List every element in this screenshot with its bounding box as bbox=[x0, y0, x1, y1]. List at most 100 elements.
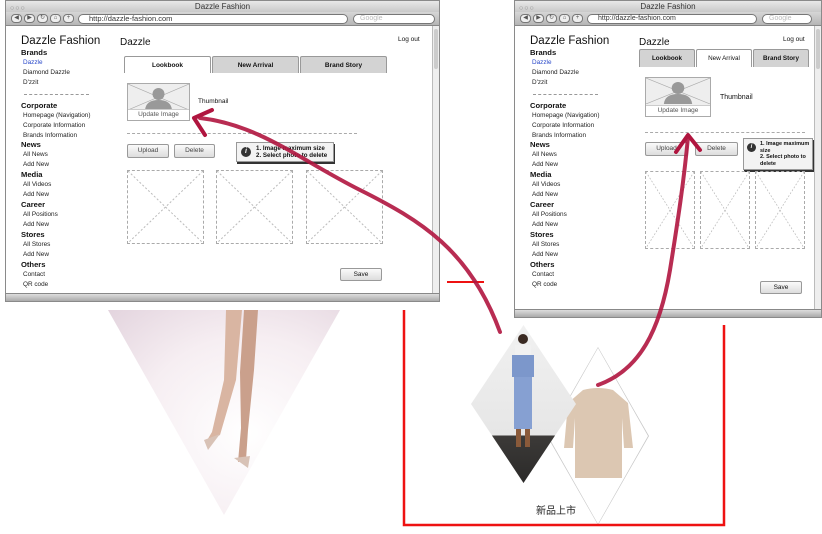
back-icon[interactable]: ◀ bbox=[520, 14, 531, 23]
add-bookmark-icon[interactable]: + bbox=[572, 14, 583, 23]
upload-button[interactable]: Upload bbox=[645, 142, 688, 156]
logout-link[interactable]: Log out bbox=[783, 36, 805, 43]
image-placeholder[interactable] bbox=[645, 171, 695, 249]
sidebar-item-contact[interactable]: Contact bbox=[530, 270, 625, 280]
sidebar-item-all-news[interactable]: All News bbox=[530, 150, 625, 160]
vertical-scrollbar[interactable] bbox=[814, 26, 821, 311]
logout-link[interactable]: Log out bbox=[398, 36, 420, 43]
sidebar-item-add-news[interactable]: Add New bbox=[21, 160, 116, 170]
sidebar-item-diamond-dazzle[interactable]: Diamond Dazzle bbox=[21, 68, 116, 78]
sidebar-item-all-positions[interactable]: All Positions bbox=[21, 210, 116, 220]
sidebar-heading-media: Media bbox=[530, 170, 552, 180]
window-title: Dazzle Fashion bbox=[640, 2, 696, 11]
browser-toolbar: ◀ ▶ ↻ ⌂ + http://dazzle-fashion.com Google bbox=[515, 12, 821, 26]
legs-illustration bbox=[204, 310, 258, 468]
home-icon[interactable]: ⌂ bbox=[50, 14, 61, 23]
person-placeholder-icon bbox=[128, 84, 189, 110]
forward-icon[interactable]: ▶ bbox=[24, 14, 35, 23]
wireframe-window-lookbook: ○○○ Dazzle Fashion ◀ ▶ ↻ ⌂ + http://dazzle-fa… bbox=[5, 0, 440, 302]
divider bbox=[24, 93, 89, 95]
sidebar-item-brands-info[interactable]: Brands Information bbox=[530, 131, 625, 141]
sidebar-item-brands-info[interactable]: Brands Information bbox=[21, 131, 116, 141]
title-bar: ○○○ Dazzle Fashion bbox=[515, 1, 821, 12]
sidebar-item-homepage[interactable]: Homepage (Navigation) bbox=[530, 111, 625, 121]
sidebar-heading-others: Others bbox=[21, 259, 46, 269]
reload-icon[interactable]: ↻ bbox=[546, 14, 557, 23]
home-icon[interactable]: ⌂ bbox=[559, 14, 570, 23]
sidebar-heading-others: Others bbox=[530, 259, 555, 269]
sidebar-item-diamond-dazzle[interactable]: Diamond Dazzle bbox=[530, 68, 625, 78]
sidebar-item-corporate-info[interactable]: Corporate Information bbox=[530, 121, 625, 131]
sidebar-item-qr-code[interactable]: QR code bbox=[21, 280, 116, 290]
horizontal-scrollbar[interactable] bbox=[6, 293, 439, 301]
sidebar-item-add-position[interactable]: Add New bbox=[21, 220, 116, 230]
sidebar-item-corporate-info[interactable]: Corporate Information bbox=[21, 121, 116, 131]
tab-new-arrival[interactable]: New Arrival bbox=[212, 56, 299, 73]
sidebar-heading-stores: Stores bbox=[21, 229, 45, 239]
sidebar-item-dazzle[interactable]: Dazzle bbox=[530, 58, 625, 68]
tab-new-arrival[interactable]: New Arrival bbox=[696, 49, 752, 67]
sidebar-item-dzzit[interactable]: D'zzit bbox=[21, 78, 116, 88]
sidebar-item-dazzle[interactable]: Dazzle bbox=[21, 58, 116, 68]
sidebar-item-all-news[interactable]: All News bbox=[21, 150, 116, 160]
update-image-button[interactable]: Update Image bbox=[128, 109, 189, 120]
url-bar[interactable]: http://dazzle-fashion.com bbox=[587, 14, 757, 24]
thumbnail-image[interactable]: Update Image bbox=[645, 77, 711, 117]
model-photo bbox=[471, 325, 576, 483]
sidebar-item-add-video[interactable]: Add New bbox=[21, 190, 116, 200]
sidebar-item-add-store[interactable]: Add New bbox=[21, 250, 116, 260]
sidebar-item-all-videos[interactable]: All Videos bbox=[530, 180, 625, 190]
site-brand: Dazzle Fashion bbox=[530, 35, 610, 47]
search-input[interactable]: Google bbox=[762, 14, 812, 24]
sidebar-item-add-position[interactable]: Add New bbox=[530, 220, 625, 230]
sidebar-heading-media: Media bbox=[21, 170, 43, 180]
sidebar-item-add-store[interactable]: Add New bbox=[530, 250, 625, 260]
update-image-button[interactable]: Update Image bbox=[646, 105, 710, 116]
sidebar-item-add-news[interactable]: Add New bbox=[530, 160, 625, 170]
sidebar-item-all-videos[interactable]: All Videos bbox=[21, 180, 116, 190]
sidebar-heading-stores: Stores bbox=[530, 229, 554, 239]
save-button[interactable]: Save bbox=[340, 268, 382, 281]
sidebar-item-contact[interactable]: Contact bbox=[21, 270, 116, 280]
sidebar-item-add-video[interactable]: Add New bbox=[530, 190, 625, 200]
sidebar-heading-career: Career bbox=[21, 200, 46, 210]
sidebar-item-all-stores[interactable]: All Stores bbox=[21, 240, 116, 250]
save-button[interactable]: Save bbox=[760, 281, 802, 294]
forward-icon[interactable]: ▶ bbox=[533, 14, 544, 23]
tab-lookbook[interactable]: Lookbook bbox=[639, 49, 695, 67]
upload-button[interactable]: Upload bbox=[127, 144, 169, 158]
url-bar[interactable]: http://dazzle-fashion.com bbox=[78, 14, 348, 24]
tab-brand-story[interactable]: Brand Story bbox=[300, 56, 387, 73]
tab-brand-story[interactable]: Brand Story bbox=[753, 49, 809, 67]
sidebar-heading-brands: Brands bbox=[21, 48, 48, 57]
sidebar-item-all-stores[interactable]: All Stores bbox=[530, 240, 625, 250]
search-input[interactable]: Google bbox=[353, 14, 435, 24]
tooltip-line: 1. Image maximum size bbox=[256, 145, 325, 152]
thumbnail-image[interactable]: Update Image bbox=[127, 83, 190, 121]
back-icon[interactable]: ◀ bbox=[11, 14, 22, 23]
tooltip-line: 2. Select photo to delete bbox=[760, 154, 806, 167]
sidebar-item-homepage[interactable]: Homepage (Navigation) bbox=[21, 111, 116, 121]
reload-icon[interactable]: ↻ bbox=[37, 14, 48, 23]
delete-button[interactable]: Delete bbox=[174, 144, 215, 158]
add-bookmark-icon[interactable]: + bbox=[63, 14, 74, 23]
sidebar-item-all-positions[interactable]: All Positions bbox=[530, 210, 625, 220]
sidebar-item-qr-code[interactable]: QR code bbox=[530, 280, 625, 290]
image-placeholder[interactable] bbox=[700, 171, 750, 249]
image-placeholder[interactable] bbox=[127, 170, 204, 244]
vertical-scrollbar[interactable] bbox=[432, 26, 439, 296]
title-bar: ○○○ Dazzle Fashion bbox=[6, 1, 439, 12]
coat-photo bbox=[548, 348, 648, 524]
delete-button[interactable]: Delete bbox=[695, 142, 738, 156]
divider bbox=[645, 132, 805, 133]
image-placeholder[interactable] bbox=[306, 170, 383, 244]
tab-lookbook[interactable]: Lookbook bbox=[124, 56, 211, 73]
sidebar-item-dzzit[interactable]: D'zzit bbox=[530, 78, 625, 88]
image-placeholder[interactable] bbox=[755, 171, 805, 249]
site-brand: Dazzle Fashion bbox=[21, 35, 101, 47]
horizontal-scrollbar[interactable] bbox=[515, 309, 821, 317]
tab-bar: Lookbook New Arrival Brand Story bbox=[124, 56, 388, 73]
info-tooltip: i 1. Image maximum size 2. Select photo to… bbox=[236, 142, 334, 162]
page-title: Dazzle bbox=[120, 37, 151, 48]
image-placeholder[interactable] bbox=[216, 170, 293, 244]
